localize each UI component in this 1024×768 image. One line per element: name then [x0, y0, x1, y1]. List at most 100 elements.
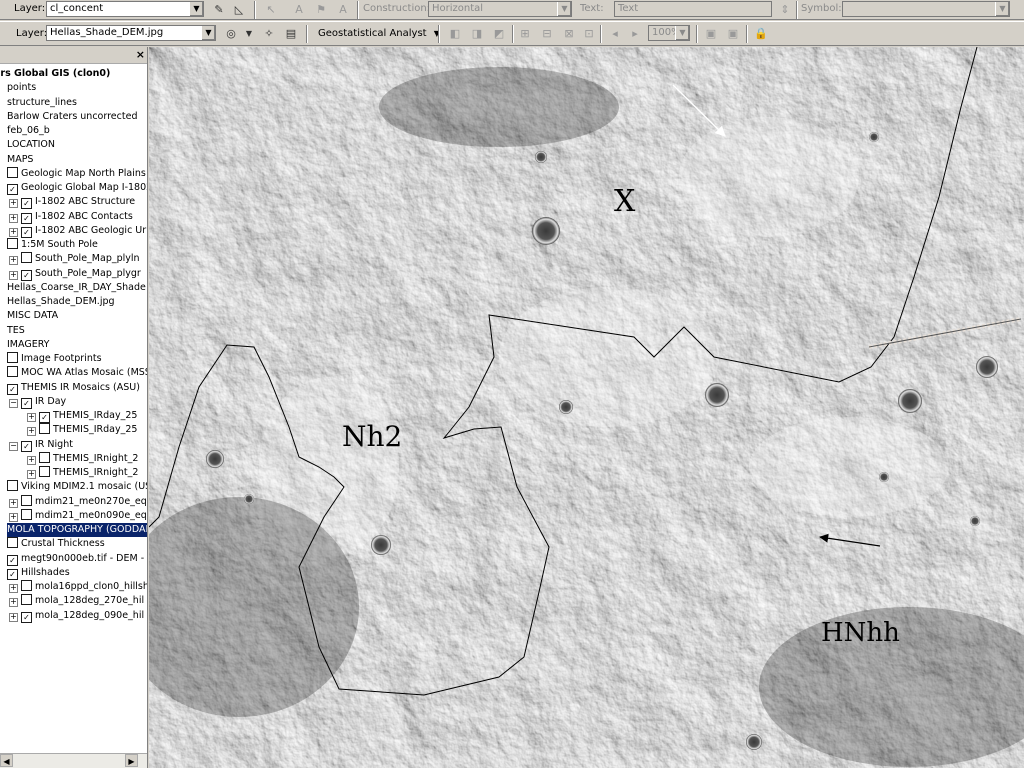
toc-layer-item[interactable]: Viking MDIM2.1 mosaic (US [7, 480, 147, 494]
toc-layer-item[interactable]: feb_06_b [7, 124, 50, 138]
layer-visibility-checkbox[interactable] [21, 252, 32, 264]
identify-icon[interactable]: ▣ [724, 26, 742, 42]
toc-layer-item[interactable]: Geologic Map North Plains S [7, 166, 147, 181]
construction-combo[interactable]: Horizontal ▼ [428, 1, 572, 17]
toc-layer-item[interactable]: ✓ THEMIS IR Mosaics (ASU) [7, 381, 140, 395]
layer-visibility-checkbox[interactable] [7, 352, 18, 363]
flag-icon[interactable]: ⚑ [312, 2, 330, 18]
expand-icon[interactable]: + [27, 413, 36, 422]
edit-layer-combo[interactable]: cl_concent ▼ [46, 1, 204, 17]
chevron-down-icon[interactable]: ▼ [995, 2, 1009, 16]
close-icon[interactable]: × [136, 48, 145, 61]
layer-brightness-icon[interactable]: ◨ [468, 26, 486, 42]
text-a-icon[interactable]: A [290, 2, 308, 18]
layer-transparency-icon[interactable]: ◩ [490, 26, 508, 42]
layer-visibility-checkbox[interactable]: ✓ [7, 568, 18, 580]
layer-visibility-checkbox[interactable]: ✓ [21, 226, 32, 238]
layer-visibility-checkbox[interactable]: ✓ [21, 397, 32, 409]
toc-layer-item[interactable]: + ✓ mola_128deg_090e_hil [9, 609, 144, 623]
toc-layer-item[interactable]: + ✓ I-1802 ABC Contacts [9, 210, 133, 224]
effects-layer-combo[interactable]: Hellas_Shade_DEM.jpg ▼ [46, 25, 216, 41]
zoom-in-icon[interactable]: ⊞ [516, 26, 534, 42]
expand-icon[interactable]: + [27, 427, 36, 437]
scroll-right-icon[interactable]: ▶ [125, 754, 138, 767]
expand-icon[interactable]: + [9, 213, 18, 223]
expand-icon[interactable]: + [9, 199, 18, 209]
chevron-down-icon[interactable]: ▼ [240, 26, 258, 42]
pointer-icon[interactable]: ↖ [262, 2, 280, 18]
toc-layer-item[interactable]: + mola16ppd_clon0_hillsh [9, 580, 147, 594]
layer-visibility-checkbox[interactable]: ✓ [21, 611, 32, 623]
geostatistical-menu[interactable]: Geostatistical Analyst ▼ [318, 28, 440, 39]
zoom-out-icon[interactable]: ⊟ [538, 26, 556, 42]
toc-layer-item[interactable]: ✓ megt90n000eb.tif - DEM - I [7, 552, 147, 566]
zoom-combo[interactable]: 100% ▼ [648, 25, 690, 41]
layer-visibility-checkbox[interactable] [39, 466, 50, 477]
toc-layer-item[interactable]: Crustal Thickness [7, 537, 105, 551]
layer-visibility-checkbox[interactable]: ✓ [21, 212, 32, 224]
layer-visibility-checkbox[interactable] [7, 537, 18, 549]
toc-layer-item[interactable]: + mola_128deg_270e_hil [9, 594, 144, 608]
chevron-down-icon[interactable]: ▼ [557, 2, 571, 16]
toc-layer-item[interactable]: Image Footprints [7, 352, 102, 366]
toc-layer-item[interactable]: + THEMIS_IRday_25 [27, 423, 137, 437]
toc-layer-item[interactable]: + mdim21_me0n090e_eq [9, 508, 147, 523]
expand-icon[interactable]: + [9, 227, 18, 237]
symbol-combo[interactable]: ▼ [842, 1, 1010, 17]
layer-visibility-checkbox[interactable] [21, 508, 32, 520]
back-icon[interactable]: ◂ [606, 26, 624, 42]
layer-visibility-checkbox[interactable] [21, 580, 32, 591]
toc-layer-item[interactable]: ars Global GIS (clon0) [0, 67, 110, 81]
toc-layer-item[interactable]: − ✓ IR Day [9, 395, 66, 409]
layer-visibility-checkbox[interactable]: ✓ [21, 269, 32, 281]
expand-icon[interactable]: + [9, 512, 18, 522]
layer-visibility-checkbox[interactable] [7, 166, 18, 178]
toc-layer-item[interactable]: MOLA TOPOGRAPHY (GODDAR [7, 523, 147, 537]
layer-visibility-checkbox[interactable]: ✓ [7, 184, 18, 195]
chevron-down-icon[interactable]: ▼ [675, 26, 689, 40]
text-field[interactable]: Text [614, 1, 772, 17]
layer-visibility-checkbox[interactable]: ✓ [21, 198, 32, 210]
toc-layer-item[interactable]: ✓ Geologic Global Map I-1802 [7, 181, 147, 195]
text-style-icon[interactable]: A [334, 2, 352, 18]
expand-icon[interactable]: + [9, 584, 18, 593]
toc-layer-item[interactable]: structure_lines [7, 96, 77, 110]
map-display[interactable]: X Nh2 HNhh [149, 47, 1024, 768]
toc-layer-item[interactable]: + ✓ I-1802 ABC Geologic Ur [9, 224, 146, 238]
collapse-icon[interactable]: − [9, 398, 18, 408]
expand-icon[interactable]: + [9, 498, 18, 508]
expand-icon[interactable]: + [9, 256, 18, 266]
pan-icon[interactable]: ▣ [702, 26, 720, 42]
layer-visibility-checkbox[interactable] [21, 494, 32, 506]
toc-layer-item[interactable]: Hellas_Coarse_IR_DAY_Shade [7, 281, 146, 295]
toc-layer-item[interactable]: points [7, 81, 36, 95]
expand-icon[interactable]: + [9, 598, 18, 608]
layer-visibility-checkbox[interactable]: ✓ [21, 440, 32, 452]
toc-layer-item[interactable]: + ✓ I-1802 ABC Structure [9, 195, 135, 210]
toc-layer-item[interactable]: + mdim21_me0n270e_eq [9, 494, 147, 509]
toc-layer-item[interactable]: LOCATION [7, 138, 55, 152]
horizontal-scrollbar[interactable]: ◀ ▶ [0, 753, 147, 768]
toc-layer-item[interactable]: TES [7, 324, 25, 338]
scroll-left-icon[interactable]: ◀ [0, 754, 13, 767]
toc-layer-item[interactable]: + THEMIS_IRnight_2 [27, 451, 138, 466]
layer-contrast-icon[interactable]: ◧ [446, 26, 464, 42]
full-extent-icon[interactable]: ⊡ [580, 26, 598, 42]
triangle-tool-icon[interactable]: ◺ [230, 2, 248, 18]
fixed-zoom-icon[interactable]: ⊠ [560, 26, 578, 42]
layer-visibility-checkbox[interactable]: ✓ [7, 383, 18, 395]
swipe-icon[interactable]: ◎ [222, 26, 240, 42]
toc-layer-item[interactable]: + South_Pole_Map_plyln [9, 252, 140, 266]
chevron-down-icon[interactable]: ▼ [201, 26, 215, 40]
table-icon[interactable]: ▤ [282, 26, 300, 42]
toc-layer-item[interactable]: Hellas_Shade_DEM.jpg [7, 295, 115, 309]
toc-layer-item[interactable]: + ✓ THEMIS_IRday_25 [27, 409, 137, 423]
layer-visibility-checkbox[interactable]: ✓ [7, 554, 18, 566]
toc-layer-item[interactable]: + ✓ South_Pole_Map_plygr [9, 267, 141, 281]
toc-layer-item[interactable]: + THEMIS_IRnight_2 [27, 466, 138, 480]
layer-visibility-checkbox[interactable] [7, 366, 18, 378]
collapse-icon[interactable]: − [9, 441, 18, 451]
layer-visibility-checkbox[interactable] [7, 238, 18, 249]
toc-layer-item[interactable]: MAPS [7, 153, 33, 167]
layer-visibility-checkbox[interactable] [39, 423, 50, 435]
